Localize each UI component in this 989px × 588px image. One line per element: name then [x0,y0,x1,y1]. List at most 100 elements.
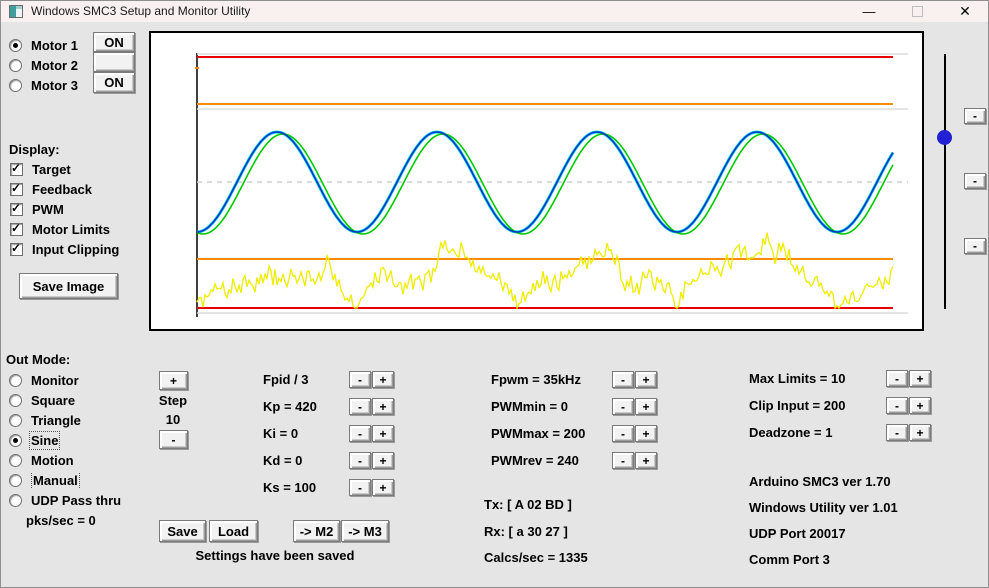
comm-port-label: Comm Port 3 [749,552,830,567]
radio-monitor[interactable]: Monitor [9,372,79,388]
radio-icon [9,58,22,72]
save-image-button[interactable]: Save Image [19,273,118,299]
checkbox-feedback[interactable]: ✓ Feedback [10,181,92,197]
calcs-per-sec-readout: Calcs/sec = 1335 [484,550,588,565]
save-button[interactable]: Save [159,520,206,542]
pwmmax-minus-button[interactable]: - [612,425,634,442]
ks-value: Ks = 100 [263,480,317,495]
deadzone-value: Deadzone = 1 [749,425,833,440]
kp-minus-button[interactable]: - [349,398,371,415]
kd-value: Kd = 0 [263,453,303,468]
rx-readout: Rx: [ a 30 27 ] [484,524,568,539]
motor-2-on-button[interactable] [93,52,135,72]
pwmrev-minus-button[interactable]: - [612,452,634,469]
ki-minus-button[interactable]: - [349,425,371,442]
checkbox-label: Feedback [32,181,92,197]
deadzone-minus-button[interactable]: - [886,424,908,441]
radio-label: Motor 2 [31,57,78,73]
scale-minus-button-3[interactable]: - [964,238,986,254]
checkbox-icon: ✓ [10,221,23,236]
checkbox-icon: ✓ [10,181,23,196]
copy-to-m2-button[interactable]: -> M2 [293,520,340,542]
pwmmin-plus-button[interactable]: + [635,398,657,415]
app-icon [9,5,23,18]
scale-slider-thumb[interactable] [937,130,952,145]
maximize-icon[interactable] [894,1,940,22]
fpid-minus-button[interactable]: - [349,371,371,388]
fpid-value: Fpid / 3 [263,372,309,387]
fpwm-value: Fpwm = 35kHz [491,372,581,387]
fpwm-plus-button[interactable]: + [635,371,657,388]
deadzone-plus-button[interactable]: + [909,424,931,441]
radio-label: Triangle [31,412,81,428]
radio-label: Square [31,392,76,408]
step-plus-button[interactable]: + [159,371,188,390]
load-button[interactable]: Load [209,520,258,542]
pwmmin-value: PWMmin = 0 [491,399,568,414]
checkbox-icon: ✓ [10,160,23,176]
radio-motor-1[interactable]: Motor 1 [9,37,78,53]
radio-label: UDP Pass thru [31,492,122,508]
ki-plus-button[interactable]: + [372,425,394,442]
motor-1-on-button[interactable]: ON [93,32,135,52]
check-icon: ✓ [11,200,22,215]
checkbox-input-clipping[interactable]: ✓ Input Clipping [10,241,119,257]
radio-motion[interactable]: Motion [9,452,74,468]
window-title: Windows SMC3 Setup and Monitor Utility [31,4,251,18]
fpwm-minus-button[interactable]: - [612,371,634,388]
check-icon: ✓ [11,240,22,255]
kd-plus-button[interactable]: + [372,452,394,469]
checkbox-label: Input Clipping [32,241,120,257]
pwm-wave [196,232,894,311]
checkbox-pwm[interactable]: ✓ PWM [10,201,64,217]
checkbox-label: Motor Limits [32,221,110,237]
radio-motor-3[interactable]: Motor 3 [9,77,78,93]
arduino-version-label: Arduino SMC3 ver 1.70 [749,474,891,489]
radio-manual[interactable]: Manual [9,472,80,488]
clip-input-value: Clip Input = 200 [749,398,846,413]
radio-motor-2[interactable]: Motor 2 [9,57,78,73]
checkbox-label: Target [32,161,71,177]
radio-sine[interactable]: Sine [9,430,61,450]
step-minus-button[interactable]: - [159,430,188,449]
scope-canvas [195,53,908,317]
kp-plus-button[interactable]: + [372,398,394,415]
radio-udp-pass-thru[interactable]: UDP Pass thru [9,492,121,508]
utility-version-label: Windows Utility ver 1.01 [749,500,898,515]
minimize-icon[interactable]: — [846,1,892,22]
ks-plus-button[interactable]: + [372,479,394,496]
copy-to-m3-button[interactable]: -> M3 [341,520,389,542]
radio-label: Monitor [31,372,79,388]
radio-triangle[interactable]: Triangle [9,412,81,428]
clip-input-plus-button[interactable]: + [909,397,931,414]
radio-icon [9,393,22,407]
radio-icon [9,413,22,427]
kp-value: Kp = 420 [263,399,317,414]
pwmmax-plus-button[interactable]: + [635,425,657,442]
max-limits-plus-button[interactable]: + [909,370,931,387]
radio-icon [9,38,22,52]
scope-plot [149,31,924,331]
scale-minus-button-1[interactable]: - [964,108,986,124]
close-icon[interactable]: ✕ [942,1,988,22]
pwmmax-value: PWMmax = 200 [491,426,586,441]
title-bar: Windows SMC3 Setup and Monitor Utility —… [1,1,988,22]
fpid-plus-button[interactable]: + [372,371,394,388]
checkbox-target[interactable]: ✓ Target [10,161,71,177]
radio-square[interactable]: Square [9,392,75,408]
checkbox-motor-limits[interactable]: ✓ Motor Limits [10,221,110,237]
tx-readout: Tx: [ A 02 BD ] [484,497,572,512]
pwmrev-plus-button[interactable]: + [635,452,657,469]
scale-minus-button-2[interactable]: - [964,173,986,189]
radio-label: Motor 3 [31,77,78,93]
clip-input-minus-button[interactable]: - [886,397,908,414]
kd-minus-button[interactable]: - [349,452,371,469]
motor-3-on-button[interactable]: ON [93,72,135,93]
max-limits-minus-button[interactable]: - [886,370,908,387]
scale-slider-track[interactable] [944,54,946,309]
pwmmin-minus-button[interactable]: - [612,398,634,415]
pwmrev-value: PWMrev = 240 [491,453,579,468]
check-icon: ✓ [11,160,22,175]
ks-minus-button[interactable]: - [349,479,371,496]
out-mode-section-label: Out Mode: [6,352,71,367]
